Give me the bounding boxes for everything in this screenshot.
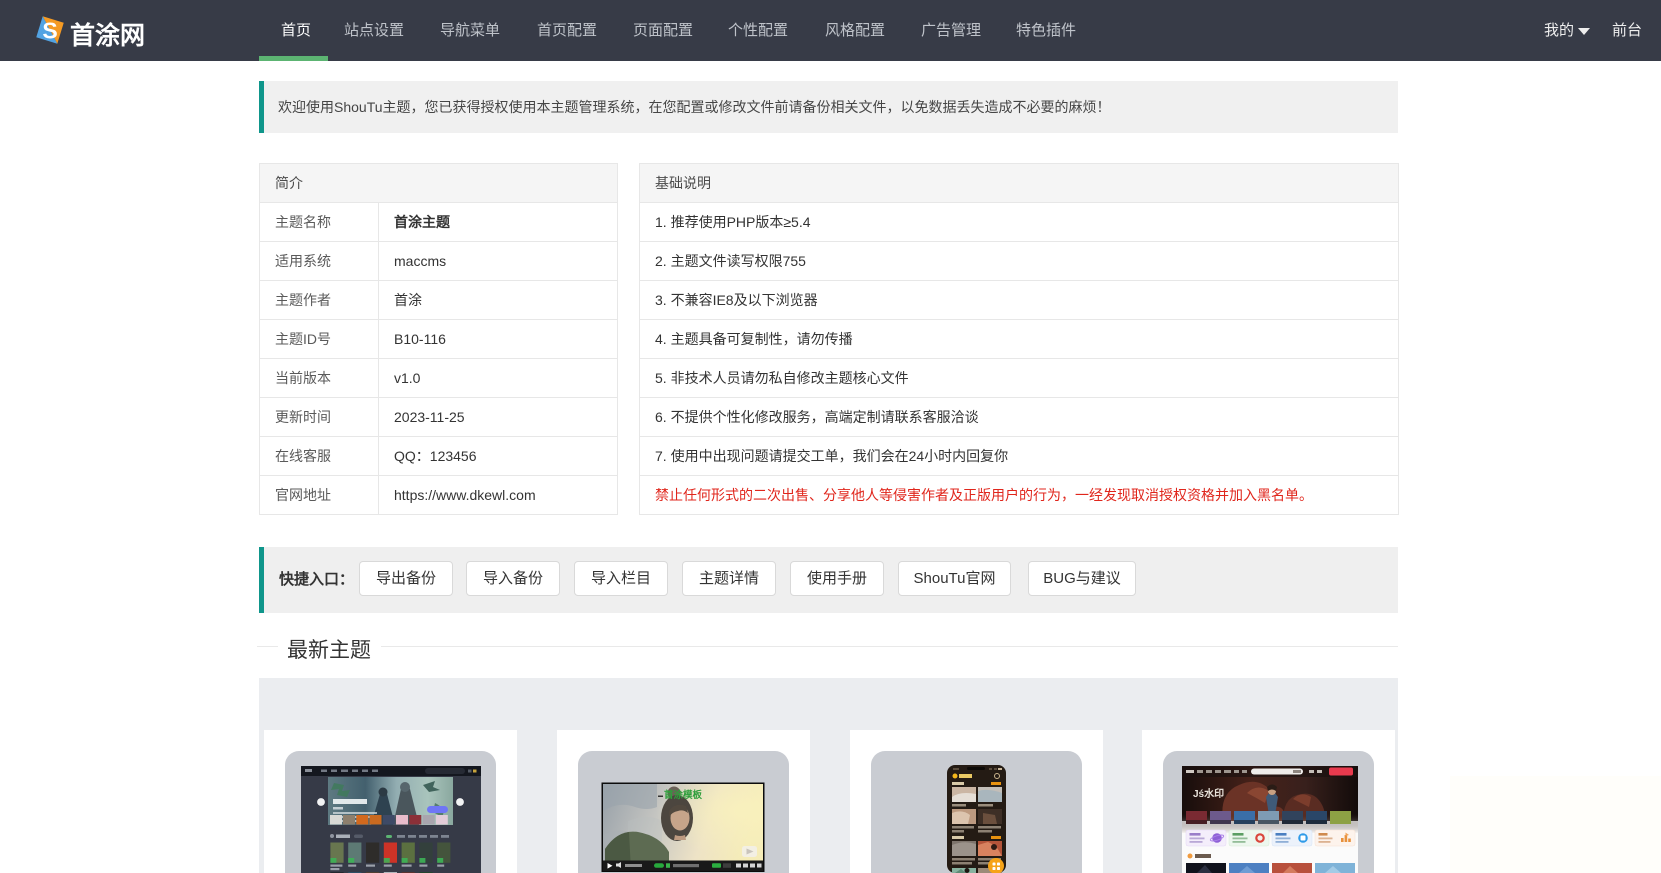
svg-text:Jś水印: Jś水印 <box>1193 787 1224 800</box>
svg-text:S: S <box>42 18 57 44</box>
svg-text:首涂模板: 首涂模板 <box>664 789 703 801</box>
